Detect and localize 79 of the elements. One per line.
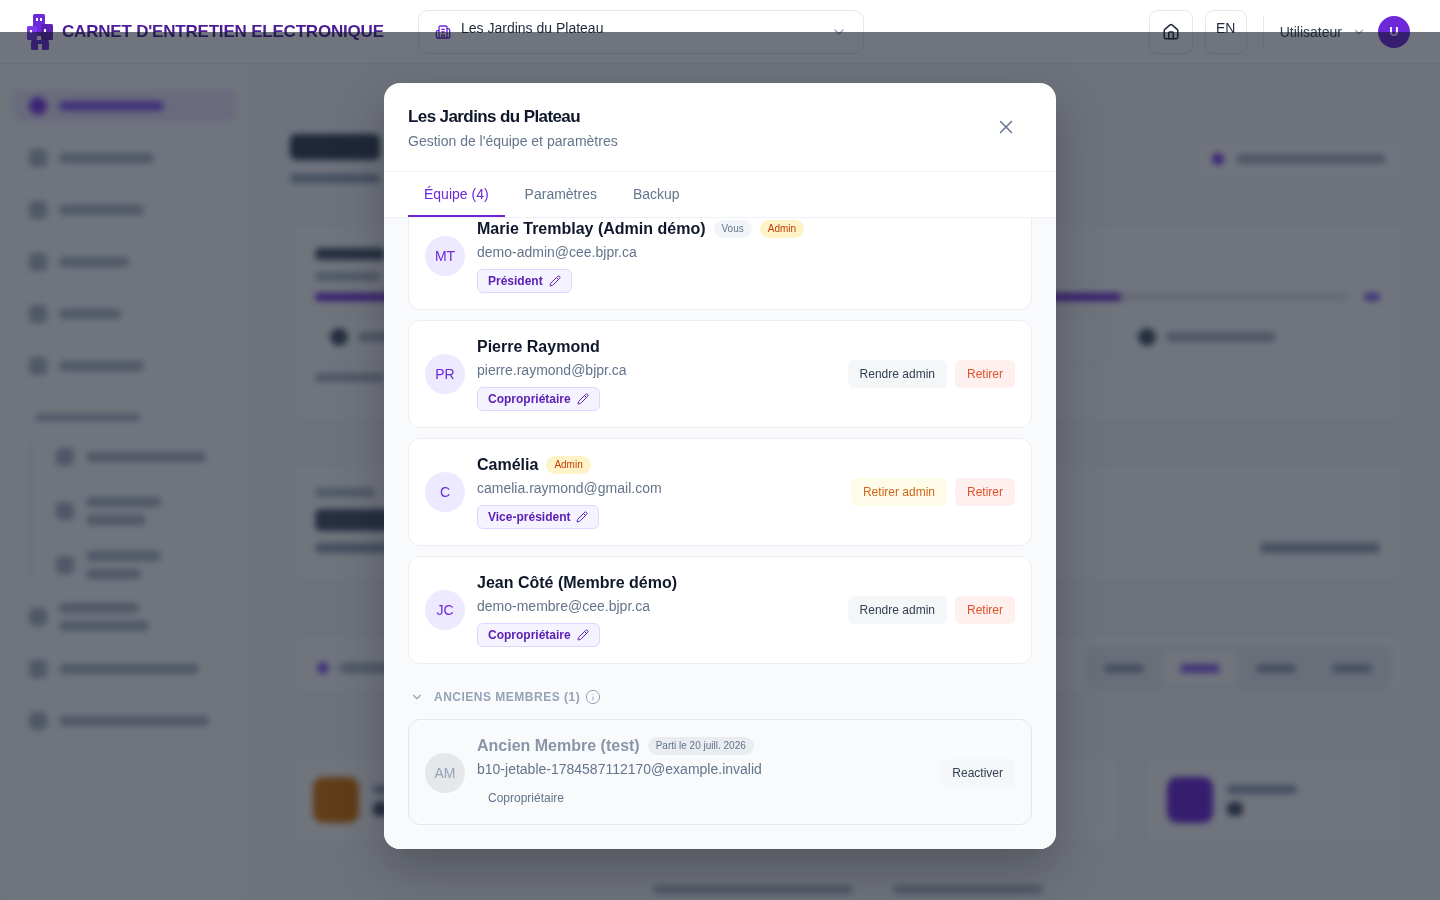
building-selector[interactable]: Les Jardins du Plateau (418, 9, 864, 54)
member-name: Marie Tremblay (Admin démo) (477, 219, 706, 239)
blurred-text (315, 248, 385, 260)
member-email: camelia.raymond@gmail.com (477, 479, 662, 497)
blurred-icon (1212, 152, 1224, 165)
role-chip[interactable]: Copropriétaire (477, 623, 600, 647)
blurred-icon (56, 502, 74, 520)
blurred-text (59, 257, 129, 267)
action-button[interactable]: Retirer (955, 596, 1015, 624)
language-button[interactable]: EN (1204, 9, 1247, 54)
departure-badge: Parti le 20 juill. 2026 (647, 737, 754, 755)
member-name: Pierre Raymond (477, 337, 600, 357)
user-avatar[interactable]: U (1378, 15, 1410, 48)
role-label: Copropriétaire (487, 790, 566, 807)
building-icon (435, 23, 451, 40)
member-email: demo-admin@cee.bjpr.ca (477, 243, 637, 261)
blurred-icon (29, 253, 47, 271)
member-avatar: MT (425, 236, 465, 276)
member-name: Camélia (477, 455, 539, 475)
blurred-text (315, 272, 380, 281)
action-button[interactable]: Rendre admin (847, 360, 947, 388)
tab[interactable]: Backup (616, 172, 696, 217)
action-button[interactable]: Retirer (955, 478, 1015, 506)
blurred-icon (29, 660, 47, 678)
pencil-icon (576, 393, 589, 405)
blurred-text (315, 488, 375, 497)
blurred-text (1364, 293, 1380, 301)
blurred-icon (29, 712, 47, 730)
blurred-text (1104, 663, 1144, 673)
role-badge: Admin (759, 220, 805, 238)
buildings-logo-icon (25, 11, 55, 52)
home-button[interactable] (1148, 9, 1193, 54)
blurred-icon (29, 357, 47, 375)
dialog-subtitle: Gestion de l'équipe et paramètres (408, 132, 618, 151)
role-chip[interactable]: Copropriétaire (477, 387, 600, 411)
member-avatar: JC (425, 590, 465, 630)
pencil-icon (576, 629, 589, 641)
blurred-text (1227, 801, 1244, 816)
role-badge: Admin (546, 456, 591, 474)
pencil-icon (548, 275, 561, 287)
blurred-text (1180, 663, 1220, 673)
blurred-text (315, 373, 385, 382)
action-button[interactable]: Retirer (955, 360, 1015, 388)
member-email: pierre.raymond@bjpr.ca (477, 361, 627, 379)
blurred-icon (29, 201, 47, 219)
blurred-icon (313, 777, 359, 823)
role-badge: Vous (713, 220, 752, 238)
blurred-icon (1137, 328, 1156, 346)
blurred-icon (29, 97, 47, 115)
member-avatar: C (425, 472, 465, 512)
blurred-text (59, 309, 121, 319)
member-email: b10-jetable-1784587112170@example.invalid (477, 760, 762, 778)
member-name: Ancien Membre (test) (477, 736, 640, 756)
member-avatar: PR (425, 354, 465, 394)
blurred-text (1256, 663, 1296, 673)
member-email: demo-membre@cee.bjpr.ca (477, 597, 650, 615)
member-name: Jean Côté (Membre démo) (477, 573, 678, 593)
blurred-icon (29, 608, 47, 626)
blurred-icon (29, 149, 47, 167)
blurred-icon (330, 328, 348, 346)
blurred-icon (56, 448, 74, 466)
action-button[interactable]: Reactiver (940, 759, 1015, 787)
blurred-icon (1167, 777, 1214, 823)
role-chip[interactable]: Président (477, 269, 572, 293)
blurred-text (1332, 663, 1372, 673)
home-icon (1161, 22, 1180, 41)
role-chip[interactable]: Vice-président (477, 505, 600, 529)
blurred-text (86, 569, 141, 579)
blurred-icon (56, 556, 74, 574)
dialog-title: Les Jardins du Plateau (408, 106, 581, 128)
pencil-icon (576, 511, 589, 523)
blurred-icon (317, 662, 329, 674)
member-avatar: AM (425, 753, 465, 793)
action-button[interactable]: Retirer admin (850, 478, 947, 506)
blurred-icon (29, 305, 47, 323)
action-button[interactable]: Rendre admin (847, 596, 947, 624)
blurred-text (1227, 784, 1298, 794)
tab[interactable]: Paramètres (508, 172, 613, 217)
blurred-text (86, 515, 146, 525)
